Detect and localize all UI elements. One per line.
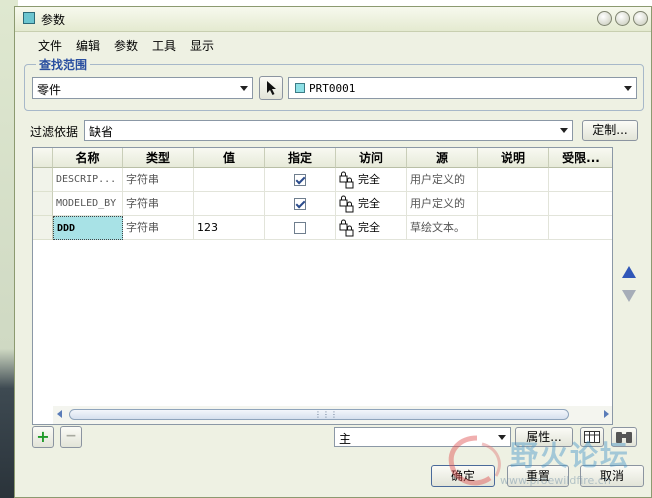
title-bar: 参数 [15,7,651,32]
designate-checkbox[interactable] [294,198,306,210]
row-header[interactable] [33,168,53,192]
cell-access[interactable]: 完全 [336,216,407,240]
cell-value[interactable] [194,192,265,216]
scroll-left-icon[interactable] [57,410,62,418]
column-header-name[interactable]: 名称 [53,148,123,168]
close-button[interactable] [633,11,648,26]
customize-button[interactable]: 定制... [582,120,638,141]
cell-type[interactable]: 字符串 [123,168,194,192]
cell-name[interactable]: DESCRIP... [53,168,123,192]
scroll-right-icon[interactable] [604,410,609,418]
cell-name-selected[interactable]: DDD [53,216,123,240]
minimize-button[interactable] [597,11,612,26]
column-header-value[interactable]: 值 [194,148,265,168]
menu-edit[interactable]: 编辑 [76,37,100,54]
scrollbar-thumb[interactable]: ⋮⋮⋮ [69,409,569,420]
properties-button[interactable]: 属性... [515,427,573,447]
cell-access[interactable]: 完全 [336,168,407,192]
cell-source[interactable]: 用户定义的 [407,192,478,216]
scope-object-select[interactable]: PRT0001 [288,77,637,99]
maximize-button[interactable] [615,11,630,26]
cell-access[interactable]: 完全 [336,192,407,216]
cell-type[interactable]: 字符串 [123,192,194,216]
lock-icon [339,195,354,213]
move-up-icon[interactable] [622,266,636,278]
cancel-button[interactable]: 取消 [580,465,644,487]
ok-button[interactable]: 确定 [431,465,495,487]
cell-name[interactable]: MODELED_BY [53,192,123,216]
parameters-table: 名称 类型 值 指定 访问 源 说明 受限... DESCRIP... 字符串 … [32,147,613,425]
scope-object-value: PRT0001 [309,82,356,95]
cell-value[interactable] [194,168,265,192]
chevron-down-icon [240,86,248,91]
binoculars-icon [616,432,632,443]
column-header-designate[interactable]: 指定 [265,148,336,168]
chevron-down-icon [624,86,632,91]
move-down-icon[interactable] [622,290,636,302]
access-label: 完全 [358,197,380,210]
column-header-type[interactable]: 类型 [123,148,194,168]
cell-designate [265,216,336,240]
add-parameter-button[interactable]: + [32,426,54,448]
window-title: 参数 [41,13,66,27]
pointer-icon [267,81,276,95]
cell-source[interactable]: 草绘文本。 [407,216,478,240]
parameter-set-value: 主 [339,432,352,446]
cell-description[interactable] [478,192,549,216]
cell-designate [265,168,336,192]
cell-designate [265,192,336,216]
remove-parameter-button[interactable]: − [60,426,82,448]
cell-restricted[interactable] [549,192,612,216]
table-icon [584,431,600,443]
reset-button[interactable]: 重置 [507,465,569,487]
column-header-source[interactable]: 源 [407,148,478,168]
menu-parameters[interactable]: 参数 [114,37,138,54]
column-header-restricted[interactable]: 受限... [549,148,612,168]
cell-description[interactable] [478,168,549,192]
find-button[interactable] [611,427,637,447]
row-header[interactable] [33,192,53,216]
designate-checkbox[interactable] [294,222,306,234]
scope-type-value: 零件 [37,83,62,97]
scope-type-select[interactable]: 零件 [32,77,253,99]
menu-tools[interactable]: 工具 [152,37,176,54]
access-label: 完全 [358,173,380,186]
part-icon [295,83,305,93]
column-header-access[interactable]: 访问 [336,148,407,168]
chevron-down-icon [498,435,506,440]
column-header-description[interactable]: 说明 [478,148,549,168]
menu-file[interactable]: 文件 [38,37,62,54]
cell-restricted[interactable] [549,216,612,240]
access-label: 完全 [358,221,380,234]
cell-restricted[interactable] [549,168,612,192]
select-object-button[interactable] [259,76,283,100]
scope-group-label: 查找范围 [36,56,91,73]
table-corner [33,148,53,168]
cell-value[interactable]: 123 [194,216,265,240]
lock-icon [339,171,354,189]
filter-value: 缺省 [89,125,114,139]
row-header[interactable] [33,216,53,240]
parameter-set-select[interactable]: 主 [334,427,511,447]
filter-select[interactable]: 缺省 [84,120,573,141]
grip-icon: ⋮⋮⋮ [314,410,338,419]
app-icon [23,12,35,24]
menu-display[interactable]: 显示 [190,37,214,54]
horizontal-scrollbar[interactable]: ⋮⋮⋮ [53,406,612,424]
designate-checkbox[interactable] [294,174,306,186]
filter-label: 过滤依据 [30,125,79,139]
lock-icon [339,219,354,237]
menu-bar: 文件 编辑 参数 工具 显示 [15,35,651,55]
cell-type[interactable]: 字符串 [123,216,194,240]
table-view-button[interactable] [580,427,604,447]
cell-description[interactable] [478,216,549,240]
chevron-down-icon [560,128,568,133]
cell-source[interactable]: 用户定义的 [407,168,478,192]
